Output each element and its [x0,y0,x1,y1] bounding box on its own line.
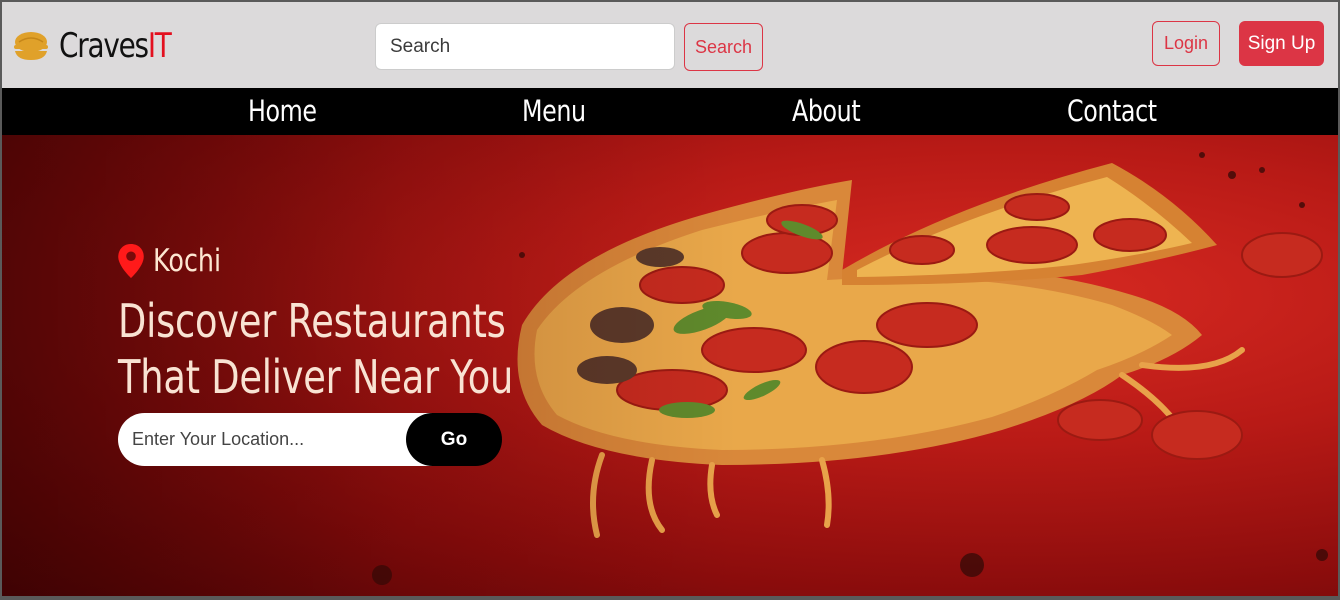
brand-name-main: Craves [59,26,149,66]
search-button[interactable]: Search [684,23,763,71]
login-button[interactable]: Login [1152,21,1220,66]
go-button[interactable]: Go [406,413,502,466]
nav-menu[interactable]: Menu [522,94,586,128]
nav-contact[interactable]: Contact [1067,94,1157,128]
brand-logo[interactable]: CravesIT [11,26,195,66]
page: CravesIT Search Login Sign Up Home Menu … [2,2,1338,596]
signup-button[interactable]: Sign Up [1239,21,1324,66]
main-nav: Home Menu About Contact [2,88,1338,135]
location-input[interactable] [118,413,448,466]
search-input[interactable] [375,23,675,70]
nav-about[interactable]: About [792,94,861,128]
location-label: Kochi [153,243,222,279]
current-location[interactable]: Kochi [118,243,236,279]
headline-line-1: Discover Restaurants [118,294,506,348]
hero-headline: Discover Restaurants That Deliver Near Y… [118,293,534,405]
top-header: CravesIT Search Login Sign Up [2,2,1338,88]
food-bowl-icon [14,32,48,60]
hero-banner: Kochi Discover Restaurants That Deliver … [2,135,1338,596]
brand-name-accent: IT [147,26,172,66]
map-pin-icon [118,244,144,278]
nav-home[interactable]: Home [248,94,317,128]
headline-line-2: That Deliver Near You [118,350,514,404]
brand-name: CravesIT [59,26,172,66]
